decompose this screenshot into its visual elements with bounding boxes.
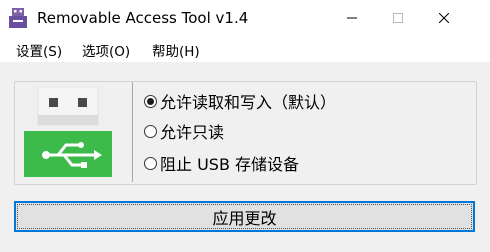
app-window: Removable Access Tool v1.4 设置(S) 选项(O) 帮… bbox=[0, 0, 490, 252]
apply-changes-button[interactable]: 应用更改 bbox=[14, 201, 475, 232]
radio-read-only[interactable]: 允许只读 bbox=[144, 120, 224, 142]
window-title: Removable Access Tool v1.4 bbox=[37, 9, 249, 27]
menu-settings[interactable]: 设置(S) bbox=[16, 40, 62, 60]
close-button[interactable] bbox=[421, 0, 467, 36]
radio-block-usb[interactable]: 阻止 USB 存储设备 bbox=[144, 152, 299, 174]
menu-options[interactable]: 选项(O) bbox=[82, 40, 130, 60]
menu-help[interactable]: 帮助(H) bbox=[152, 40, 200, 60]
minimize-button[interactable] bbox=[329, 0, 375, 36]
radio-block-usb-label: 阻止 USB 存储设备 bbox=[160, 155, 300, 174]
radio-read-write[interactable]: 允许读取和写入（默认） bbox=[144, 90, 336, 112]
minimize-icon bbox=[347, 17, 357, 19]
usb-drive-icon bbox=[24, 87, 112, 177]
usb-app-icon bbox=[9, 8, 27, 28]
menu-bar: 设置(S) 选项(O) 帮助(H) bbox=[0, 36, 490, 62]
radio-read-write-button[interactable] bbox=[144, 94, 157, 108]
maximize-icon bbox=[393, 13, 403, 23]
radio-read-only-label: 允许只读 bbox=[160, 123, 225, 142]
maximize-button[interactable] bbox=[375, 0, 421, 36]
radio-read-write-label: 允许读取和写入（默认） bbox=[160, 93, 337, 112]
close-icon bbox=[439, 13, 449, 23]
radio-block-usb-button[interactable] bbox=[144, 156, 157, 170]
apply-changes-label: 应用更改 bbox=[212, 208, 277, 228]
group-divider bbox=[132, 82, 133, 182]
radio-read-only-button[interactable] bbox=[144, 124, 157, 138]
title-bar[interactable]: Removable Access Tool v1.4 bbox=[0, 0, 490, 36]
